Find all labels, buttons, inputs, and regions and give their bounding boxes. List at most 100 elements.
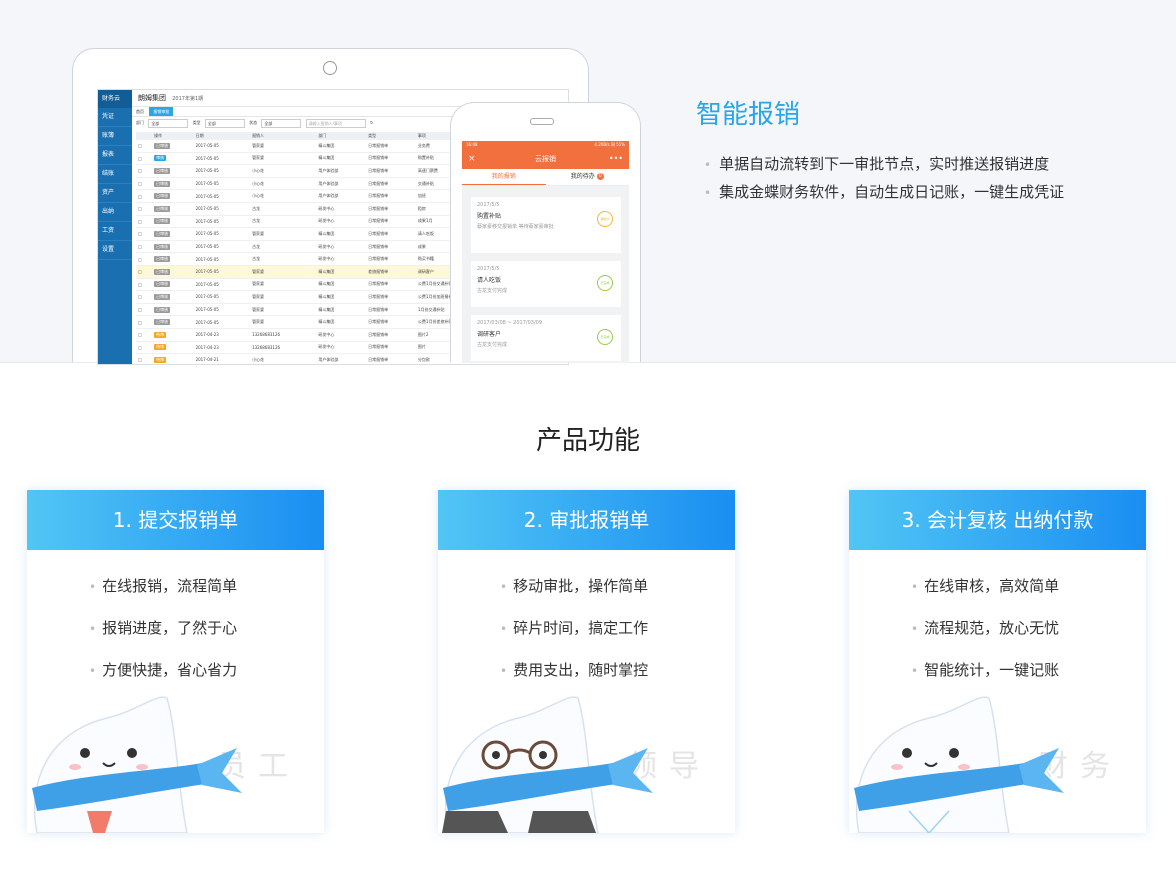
expense-card[interactable]: 2017/5/5 购置补贴 蔡家豪移交报销单 等待蔡家豪审批 审批中 <box>471 197 621 253</box>
desktop-nav-item[interactable]: 结账 <box>98 165 132 184</box>
status-badge[interactable]: 审核 <box>154 155 167 162</box>
row-checkbox[interactable]: □ <box>136 215 153 229</box>
tab-expense-approval[interactable]: 报销审批 <box>149 107 174 116</box>
status-badge[interactable]: 已审核 <box>154 205 171 212</box>
table-cell: 日常报销单 <box>366 290 416 304</box>
hero-banner: 财务云 凭证 账簿 报表 结账 资产 出纳 工资 设置 朗姆集团 2017年第1… <box>0 0 1176 365</box>
mobile-app-screen: 16:08 4.2KB/s 网 55% × 云报销 ••• 我的报销 我的待办 … <box>462 141 629 363</box>
tab-home[interactable]: 首页 <box>132 107 148 116</box>
row-checkbox[interactable]: □ <box>136 177 153 191</box>
row-checkbox[interactable]: □ <box>136 290 153 304</box>
table-cell: 日常报销单 <box>366 315 416 329</box>
tab-my-todo[interactable]: 我的待办 0 <box>546 169 630 185</box>
table-cell: 研发中心 <box>316 202 367 216</box>
desktop-nav-item[interactable]: 账簿 <box>98 127 132 146</box>
card-title: 调研客户 <box>477 331 502 338</box>
card-status: 古龙支付完成 <box>477 342 508 348</box>
status-badge[interactable]: 已审核 <box>154 268 171 275</box>
desktop-nav-item[interactable]: 报表 <box>98 146 132 165</box>
status-cell: 待审 <box>152 353 194 364</box>
row-checkbox[interactable]: □ <box>136 315 153 329</box>
feature-card-head: 3. 会计复核 出纳付款 <box>849 490 1146 550</box>
status-badge[interactable]: 已审核 <box>154 256 171 263</box>
status-cell: 已审核 <box>152 278 194 292</box>
status-badge[interactable]: 待审 <box>154 344 167 351</box>
feature-item: 报销进度，了然于心 <box>89 616 237 658</box>
row-checkbox[interactable]: □ <box>136 303 153 317</box>
table-cell: 13268683126 <box>250 341 317 355</box>
dept-filter-select[interactable]: 全部 <box>148 118 189 128</box>
status-indicators: 4.2KB/s 网 55% <box>594 142 625 147</box>
expense-card[interactable]: 2017/5/5 请人吃饭 古龙支付完成 已完成 <box>471 261 621 307</box>
row-checkbox[interactable]: □ <box>136 240 153 254</box>
desktop-nav-item[interactable]: 工资 <box>98 222 132 241</box>
feature-card-accounting: 3. 会计复核 出纳付款 在线审核，高效简单 流程规范，放心无忧 智能统计，一键… <box>849 490 1146 833</box>
status-cell: 已审核 <box>152 215 194 229</box>
table-cell: 2017-05-05 <box>193 177 251 191</box>
status-cell: 已审核 <box>152 177 194 191</box>
status-filter-select[interactable]: 全部 <box>261 118 302 128</box>
row-checkbox[interactable]: □ <box>136 164 153 178</box>
status-badge[interactable]: 已审核 <box>154 180 171 187</box>
row-checkbox[interactable]: □ <box>136 353 153 364</box>
status-badge[interactable]: 已审核 <box>154 230 171 237</box>
period-select[interactable]: 2017年第1期 <box>172 96 203 102</box>
status-badge[interactable]: 已审核 <box>154 243 171 250</box>
table-cell: 研发中心 <box>316 328 367 342</box>
card-status: 古龙支付完成 <box>477 288 508 294</box>
table-cell: 2017-05-05 <box>193 315 251 329</box>
status-badge[interactable]: 已审核 <box>154 167 171 174</box>
type-filter-select[interactable]: 全部 <box>204 118 245 128</box>
row-checkbox[interactable]: □ <box>136 278 153 292</box>
card-stamp: 已完成 <box>597 329 613 345</box>
hero-bullets: 单据自动流转到下一审批节点，实时推送报销进度 集成金蝶财务软件，自动生成日记账，… <box>704 152 1064 208</box>
status-badge[interactable]: 已审核 <box>154 319 171 326</box>
status-badge[interactable]: 已审核 <box>154 293 171 300</box>
row-checkbox[interactable]: □ <box>136 265 153 279</box>
mobile-tabs: 我的报销 我的待办 0 <box>462 169 629 186</box>
status-badge[interactable]: 已审核 <box>154 218 171 225</box>
status-badge[interactable]: 已审核 <box>154 193 171 200</box>
status-cell: 已审核 <box>152 164 194 178</box>
more-icon[interactable]: ••• <box>609 149 623 169</box>
table-cell: 日常报销单 <box>366 140 416 153</box>
table-cell: 日常报销单 <box>366 278 416 292</box>
expense-card[interactable]: 2017/03/08 ~ 2017/03/09 调研客户 古龙支付完成 已完成 <box>471 315 621 361</box>
row-checkbox[interactable]: □ <box>136 189 153 203</box>
row-checkbox[interactable]: □ <box>136 328 153 342</box>
status-cell: 已审核 <box>152 303 194 317</box>
row-checkbox[interactable]: □ <box>136 227 153 241</box>
desktop-nav-item[interactable]: 出纳 <box>98 203 132 222</box>
status-cell: 待审 <box>152 341 194 355</box>
table-cell: 管家婆 <box>250 227 317 241</box>
desktop-nav-item[interactable]: 凭证 <box>98 108 132 127</box>
row-checkbox[interactable]: □ <box>136 140 153 153</box>
table-cell: 研发中心 <box>316 341 367 355</box>
company-name: 朗姆集团 <box>138 94 166 102</box>
table-cell: 精斗集团 <box>316 290 367 304</box>
feature-list: 在线报销，流程简单 报销进度，了然于心 方便快捷，省心省力 <box>89 574 237 700</box>
table-cell: 古龙 <box>250 202 317 216</box>
row-checkbox[interactable]: □ <box>136 202 153 216</box>
status-badge[interactable]: 待审 <box>154 331 167 338</box>
close-icon[interactable]: × <box>468 149 476 169</box>
desktop-nav-item[interactable]: 设置 <box>98 241 132 260</box>
search-input[interactable]: 请输入报销人/事项 <box>305 118 366 128</box>
phone-speaker <box>530 118 554 125</box>
table-cell: 13268683126 <box>250 328 317 342</box>
status-cell: 已审核 <box>152 202 194 216</box>
row-checkbox[interactable]: □ <box>136 252 153 266</box>
table-cell: 2017-04-23 <box>193 328 251 342</box>
status-badge[interactable]: 待审 <box>154 356 167 363</box>
tab-my-expenses[interactable]: 我的报销 <box>462 169 546 185</box>
status-badge[interactable]: 已审核 <box>154 281 171 288</box>
row-checkbox[interactable]: □ <box>136 152 153 166</box>
status-badge[interactable]: 已审核 <box>154 306 171 313</box>
status-badge[interactable]: 已审核 <box>154 142 171 149</box>
desktop-nav-item[interactable]: 资产 <box>98 184 132 203</box>
table-cell: 管家婆 <box>250 265 317 279</box>
mobile-title-bar: × 云报销 ••• <box>462 149 629 169</box>
table-cell: 用户体验部 <box>316 164 367 178</box>
refresh-icon[interactable]: ↻ <box>370 118 373 128</box>
row-checkbox[interactable]: □ <box>136 341 153 355</box>
